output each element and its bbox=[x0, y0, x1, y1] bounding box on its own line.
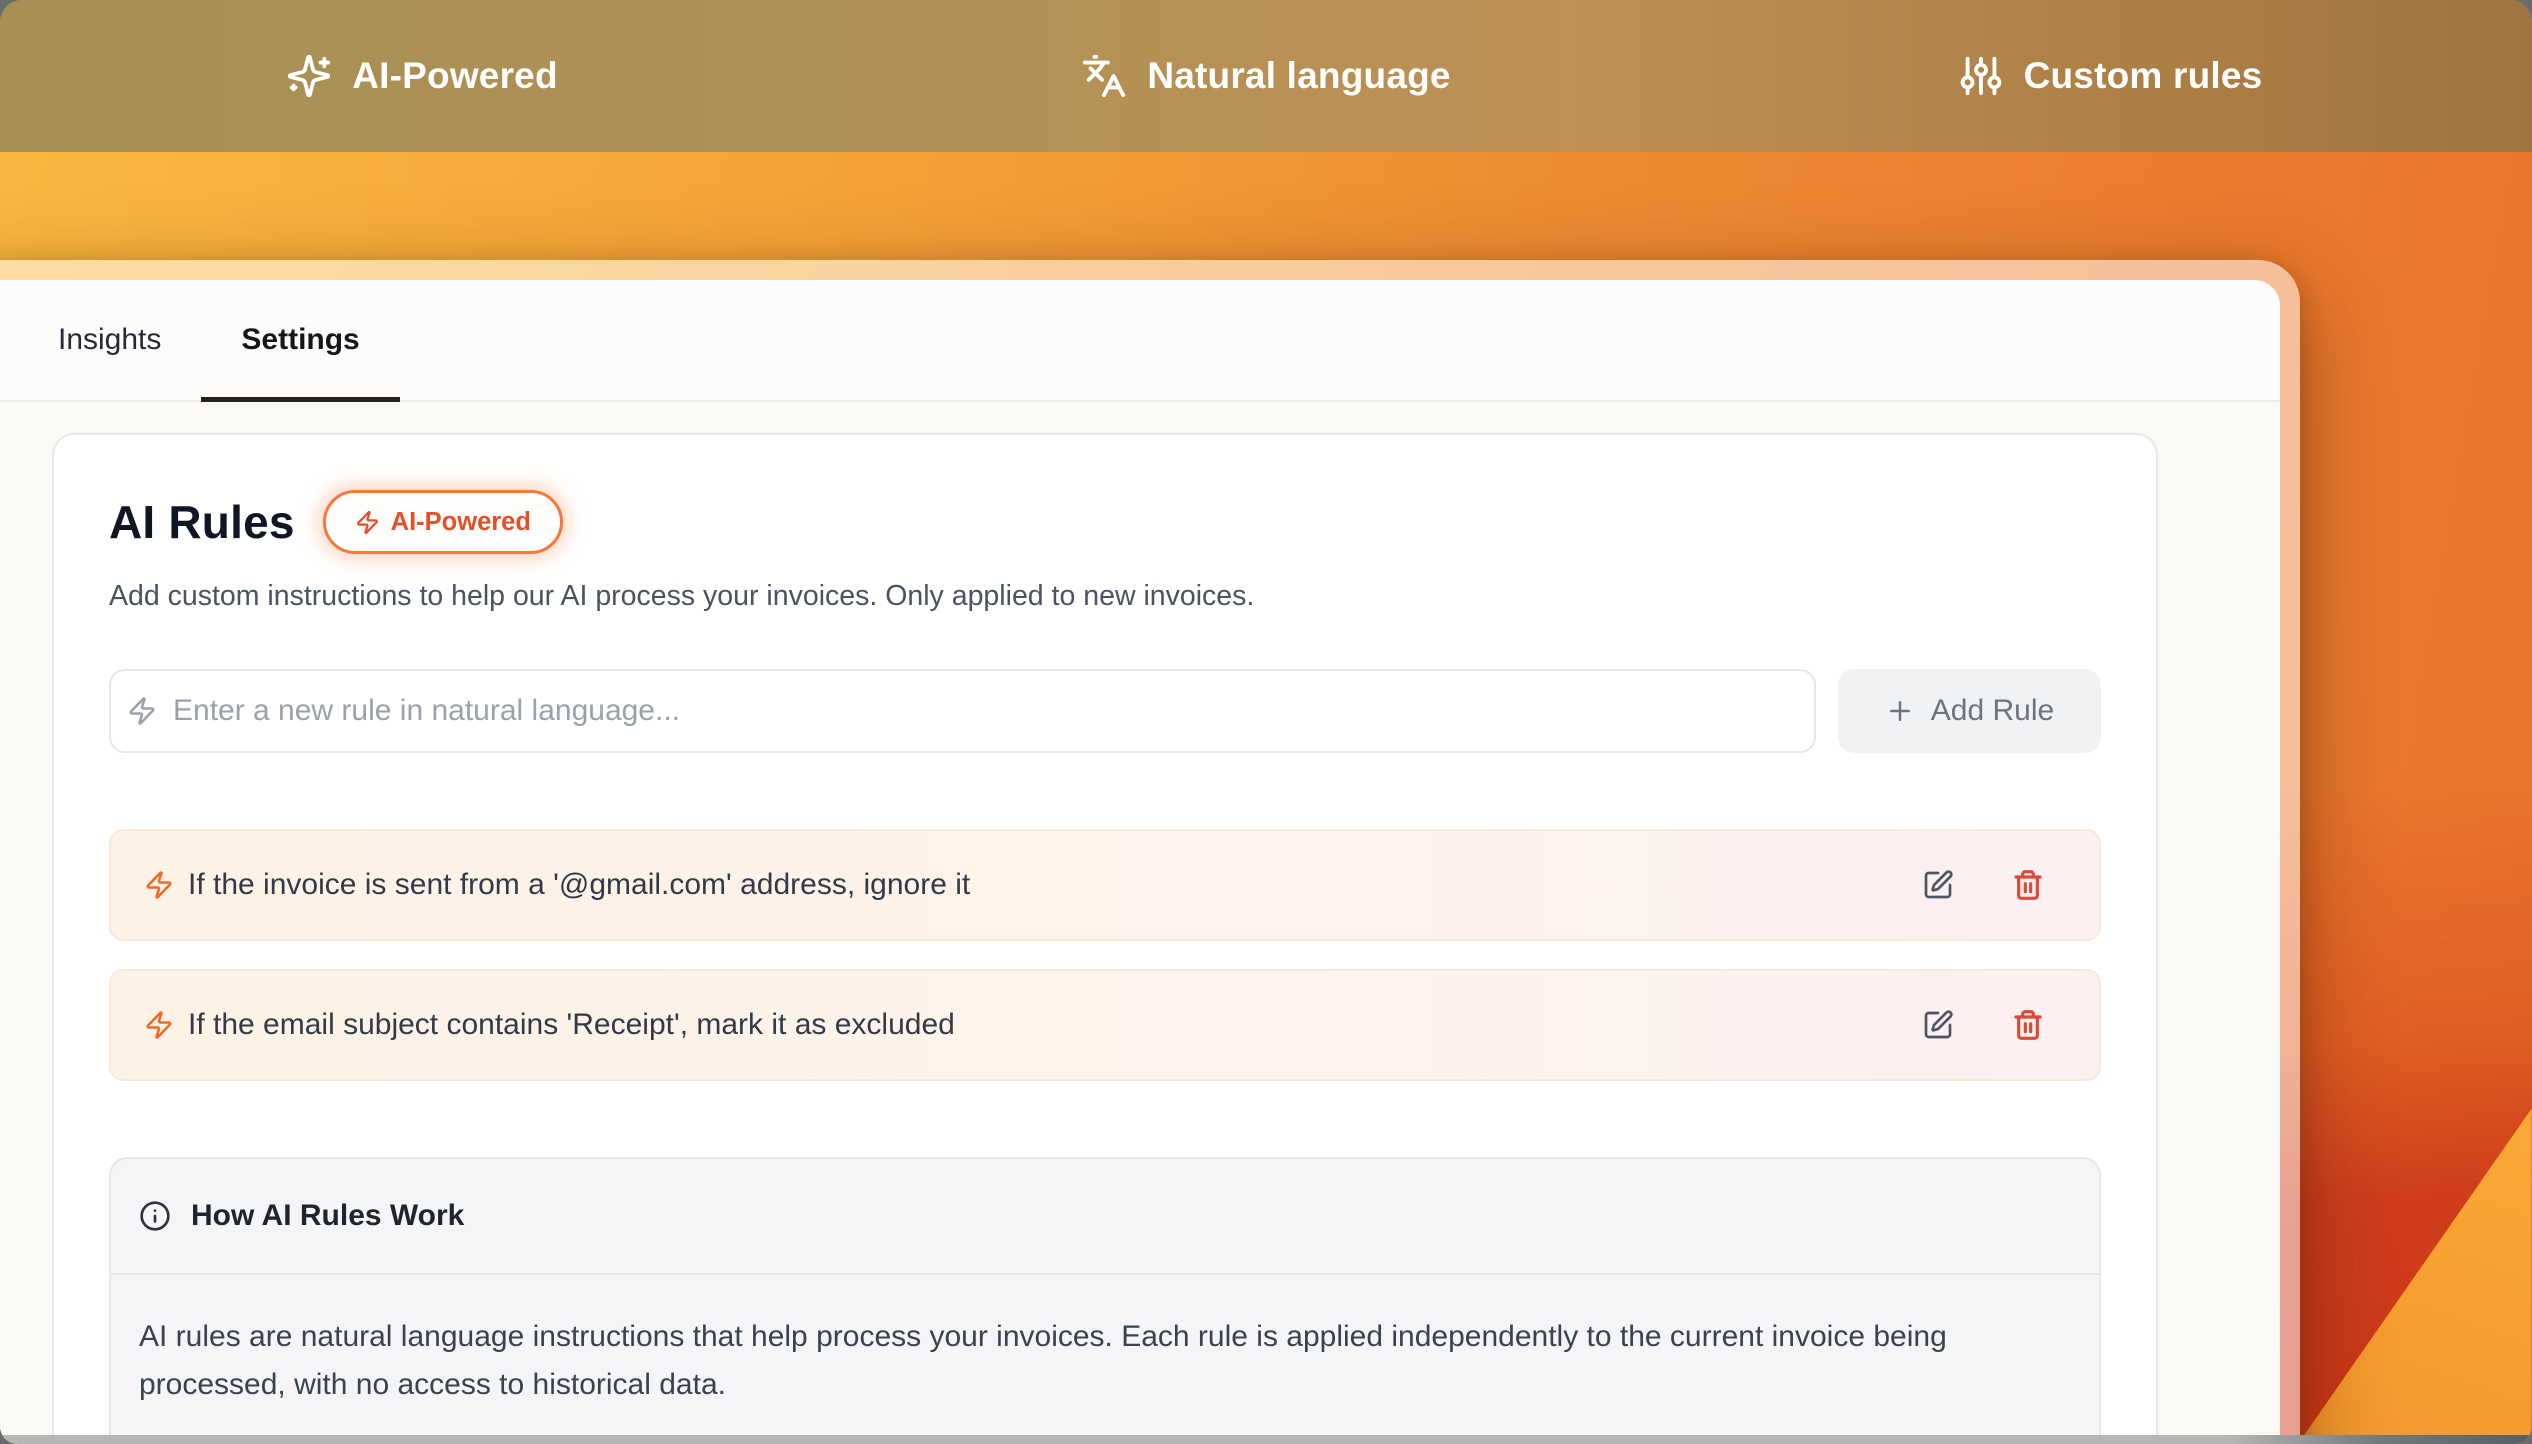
card-heading-row: AI Rules AI-Powered bbox=[109, 490, 2101, 554]
infobox-title: How AI Rules Work bbox=[191, 1199, 464, 1233]
new-rule-input[interactable] bbox=[171, 693, 1814, 729]
feature-label: Custom rules bbox=[2024, 55, 2263, 97]
plus-icon bbox=[1885, 696, 1915, 726]
how-ai-rules-work-box: How AI Rules Work AI rules are natural l… bbox=[109, 1157, 2101, 1444]
edit-icon bbox=[1922, 869, 1954, 901]
sliders-icon bbox=[1958, 53, 2004, 99]
tab-label: Settings bbox=[241, 323, 359, 357]
tab-bar: Insights Settings bbox=[0, 280, 2280, 402]
add-rule-label: Add Rule bbox=[1931, 694, 2054, 728]
languages-icon bbox=[1081, 53, 1127, 99]
tab-label: Insights bbox=[58, 323, 161, 357]
ai-powered-badge: AI-Powered bbox=[323, 490, 563, 554]
feature-banner: AI-Powered Natural language Custom rules bbox=[0, 0, 2532, 152]
edit-rule-button[interactable] bbox=[1922, 1009, 1954, 1041]
badge-label: AI-Powered bbox=[391, 508, 531, 537]
rules-list: If the invoice is sent from a '@gmail.co… bbox=[109, 829, 2101, 1081]
feature-ai-powered: AI-Powered bbox=[0, 53, 844, 99]
feature-custom-rules: Custom rules bbox=[1688, 53, 2532, 99]
new-rule-row: Add Rule bbox=[109, 669, 2101, 753]
trash-icon bbox=[2012, 869, 2044, 901]
settings-panel: AI Rules AI-Powered Add custom instructi… bbox=[0, 404, 2280, 1444]
app-window: Insights Settings AI Rules AI- bbox=[0, 260, 2300, 1444]
zap-icon bbox=[127, 696, 157, 726]
add-rule-button[interactable]: Add Rule bbox=[1838, 669, 2101, 753]
screen: AI-Powered Natural language Custom rules… bbox=[0, 0, 2532, 1444]
rule-input-wrapper bbox=[109, 669, 1816, 753]
rule-row: If the invoice is sent from a '@gmail.co… bbox=[109, 829, 2101, 941]
zap-icon bbox=[144, 870, 174, 900]
trash-icon bbox=[2012, 1009, 2044, 1041]
delete-rule-button[interactable] bbox=[1968, 869, 2044, 901]
sparkles-icon bbox=[286, 53, 332, 99]
delete-rule-button[interactable] bbox=[1968, 1009, 2044, 1041]
edit-icon bbox=[1922, 1009, 1954, 1041]
card-description: Add custom instructions to help our AI p… bbox=[109, 580, 2101, 613]
feature-label: AI-Powered bbox=[352, 55, 558, 97]
tab-settings[interactable]: Settings bbox=[201, 280, 399, 400]
active-tab-indicator bbox=[201, 397, 399, 402]
zap-icon bbox=[144, 1010, 174, 1040]
infobox-body: AI rules are natural language instructio… bbox=[111, 1275, 2051, 1444]
rule-text: If the invoice is sent from a '@gmail.co… bbox=[188, 868, 1908, 902]
screen-bottom-edge bbox=[0, 1435, 2532, 1444]
rule-text: If the email subject contains 'Receipt',… bbox=[188, 1008, 1908, 1042]
ai-rules-card: AI Rules AI-Powered Add custom instructi… bbox=[52, 433, 2158, 1444]
card-title: AI Rules bbox=[109, 495, 295, 549]
rule-row: If the email subject contains 'Receipt',… bbox=[109, 969, 2101, 1081]
feature-natural-language: Natural language bbox=[844, 53, 1688, 99]
zap-icon bbox=[355, 510, 380, 535]
edit-rule-button[interactable] bbox=[1922, 869, 1954, 901]
infobox-header: How AI Rules Work bbox=[111, 1159, 2099, 1273]
feature-label: Natural language bbox=[1147, 55, 1450, 97]
app-window-content: Insights Settings AI Rules AI- bbox=[0, 280, 2280, 1444]
tab-insights[interactable]: Insights bbox=[18, 280, 201, 400]
info-icon bbox=[139, 1200, 171, 1232]
